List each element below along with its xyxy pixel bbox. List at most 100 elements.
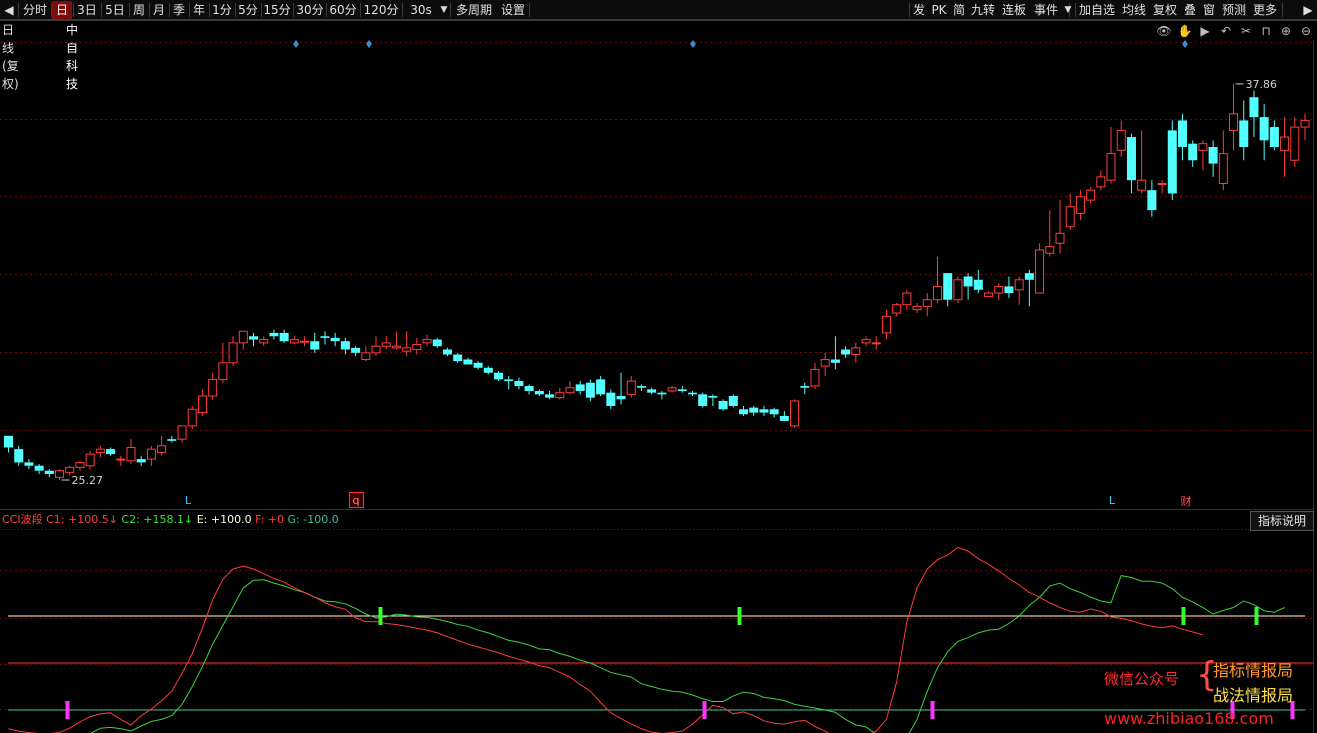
low-price-label: 25.27 xyxy=(72,474,104,487)
candle-body-down xyxy=(1167,130,1177,194)
watermark-wechat: 微信公众号 xyxy=(1104,670,1180,688)
candle-body-down xyxy=(494,372,504,380)
candle-body-up xyxy=(861,339,871,344)
candle-body-down xyxy=(963,276,973,287)
candle-body-up xyxy=(1086,189,1096,201)
candle-body-down xyxy=(575,384,585,392)
zoom-out-icon[interactable]: ⊖ xyxy=(1301,24,1311,38)
watermark-line2: 战法情报局 xyxy=(1213,686,1294,705)
candle-body-down xyxy=(830,359,840,363)
candle-body-up xyxy=(1096,176,1106,188)
candle-body-down xyxy=(1239,120,1249,147)
candle-body-up xyxy=(1290,126,1300,161)
candle-body-down xyxy=(106,449,116,455)
candle-body-up xyxy=(871,342,881,345)
candle-body-up xyxy=(1045,246,1055,254)
candle-body-down xyxy=(432,339,442,347)
candle-body-down xyxy=(1249,97,1259,118)
indicator-f: F: +0 xyxy=(255,513,285,526)
candle-body-up xyxy=(1014,279,1024,291)
indicator-e: E: +100.0 xyxy=(196,513,252,526)
candle-body-down xyxy=(800,386,810,388)
candle-body-down xyxy=(687,392,697,395)
candle-body-up xyxy=(1300,119,1310,128)
candle-body-up xyxy=(1157,183,1167,186)
candle-body-down xyxy=(269,332,279,337)
indicator-header: CCI波段 C1: +100.5↓ C2: +158.1↓ E: +100.0 … xyxy=(2,512,339,528)
candle-body-up xyxy=(1106,153,1116,181)
candle-body-down xyxy=(1259,117,1269,141)
candle-body-up xyxy=(1229,113,1239,131)
marker-q: q xyxy=(353,494,360,507)
candle-body-down xyxy=(534,391,544,395)
candle-body-up xyxy=(95,448,105,453)
candle-body-up xyxy=(820,358,830,367)
candle-body-up xyxy=(402,347,412,352)
play-icon[interactable]: ▶ xyxy=(1200,24,1210,38)
candle-body-up xyxy=(85,453,95,467)
sell-signal-mark xyxy=(1254,607,1259,625)
candle-body-up xyxy=(1218,153,1228,185)
candle-body-up xyxy=(187,408,197,427)
kline-chart[interactable]: 37.86 25.27 L q L 财 👁 ✋ ▶ ↶ ✂ ⊓ ⊕ ⊖ xyxy=(0,0,1317,733)
candle-body-down xyxy=(167,439,177,441)
candle-body-down xyxy=(24,462,34,466)
candle-body-down xyxy=(4,435,13,448)
candle-body-down xyxy=(708,396,718,398)
candle-body-down xyxy=(1024,273,1034,280)
candle-body-up xyxy=(565,387,575,394)
candle-body-down xyxy=(1188,143,1198,161)
marker-l: L xyxy=(185,494,192,507)
candle-body-up xyxy=(146,448,156,460)
candle-body-up xyxy=(922,299,932,307)
candle-body-down xyxy=(351,347,361,353)
event-diamond-icon xyxy=(690,40,696,48)
candle-body-down xyxy=(657,392,667,395)
lock-icon[interactable]: ⊓ xyxy=(1261,24,1270,38)
candle-body-down xyxy=(596,379,606,395)
candle-body-up xyxy=(259,339,269,344)
candle-body-up xyxy=(851,347,861,356)
candle-body-up xyxy=(65,466,75,473)
high-price-label: 37.86 xyxy=(1246,78,1278,91)
indicator-name[interactable]: CCI波段 xyxy=(2,513,43,526)
candle-body-up xyxy=(422,339,432,344)
candle-body-up xyxy=(881,315,891,334)
candle-body-up xyxy=(810,368,820,387)
candle-body-down xyxy=(524,386,534,392)
indicator-c1: C1: +100.5↓ xyxy=(46,513,118,526)
zoom-in-icon[interactable]: ⊕ xyxy=(1281,24,1291,38)
candle-body-up xyxy=(208,378,218,397)
eye-icon[interactable]: 👁 xyxy=(1156,24,1171,38)
indicator-explain-button[interactable]: 指标说明 xyxy=(1250,511,1314,531)
candle-body-down xyxy=(453,354,463,362)
candle-body-up xyxy=(197,395,207,414)
candle-body-down xyxy=(769,409,779,415)
sell-signal-mark xyxy=(378,607,383,625)
candle-body-up xyxy=(1116,129,1126,151)
candle-body-down xyxy=(504,379,514,382)
candle-body-down xyxy=(779,415,789,421)
candle-body-up xyxy=(1280,136,1290,151)
candle-body-down xyxy=(442,349,452,355)
undo-icon[interactable]: ↶ xyxy=(1221,24,1231,38)
candle-body-down xyxy=(698,394,708,406)
candle-body-up xyxy=(361,352,371,360)
marker-l: L xyxy=(1109,494,1116,507)
candle-body-down xyxy=(483,367,493,373)
candle-body-down xyxy=(728,396,738,406)
event-diamond-icon xyxy=(366,40,372,48)
scissors-icon[interactable]: ✂ xyxy=(1241,24,1251,38)
candle-body-up xyxy=(892,304,902,314)
candle-body-up xyxy=(238,330,248,344)
candle-body-down xyxy=(249,336,259,340)
candle-body-up xyxy=(381,342,391,347)
candle-body-up xyxy=(300,340,310,343)
candle-body-up xyxy=(412,344,422,351)
sell-signal-mark xyxy=(1181,607,1186,625)
candle-body-up xyxy=(667,387,677,392)
candle-body-down xyxy=(14,449,24,463)
hand-icon[interactable]: ✋ xyxy=(1178,24,1193,38)
buy-signal-mark xyxy=(702,701,707,719)
watermark-url: www.zhibiao168.com xyxy=(1104,709,1274,728)
